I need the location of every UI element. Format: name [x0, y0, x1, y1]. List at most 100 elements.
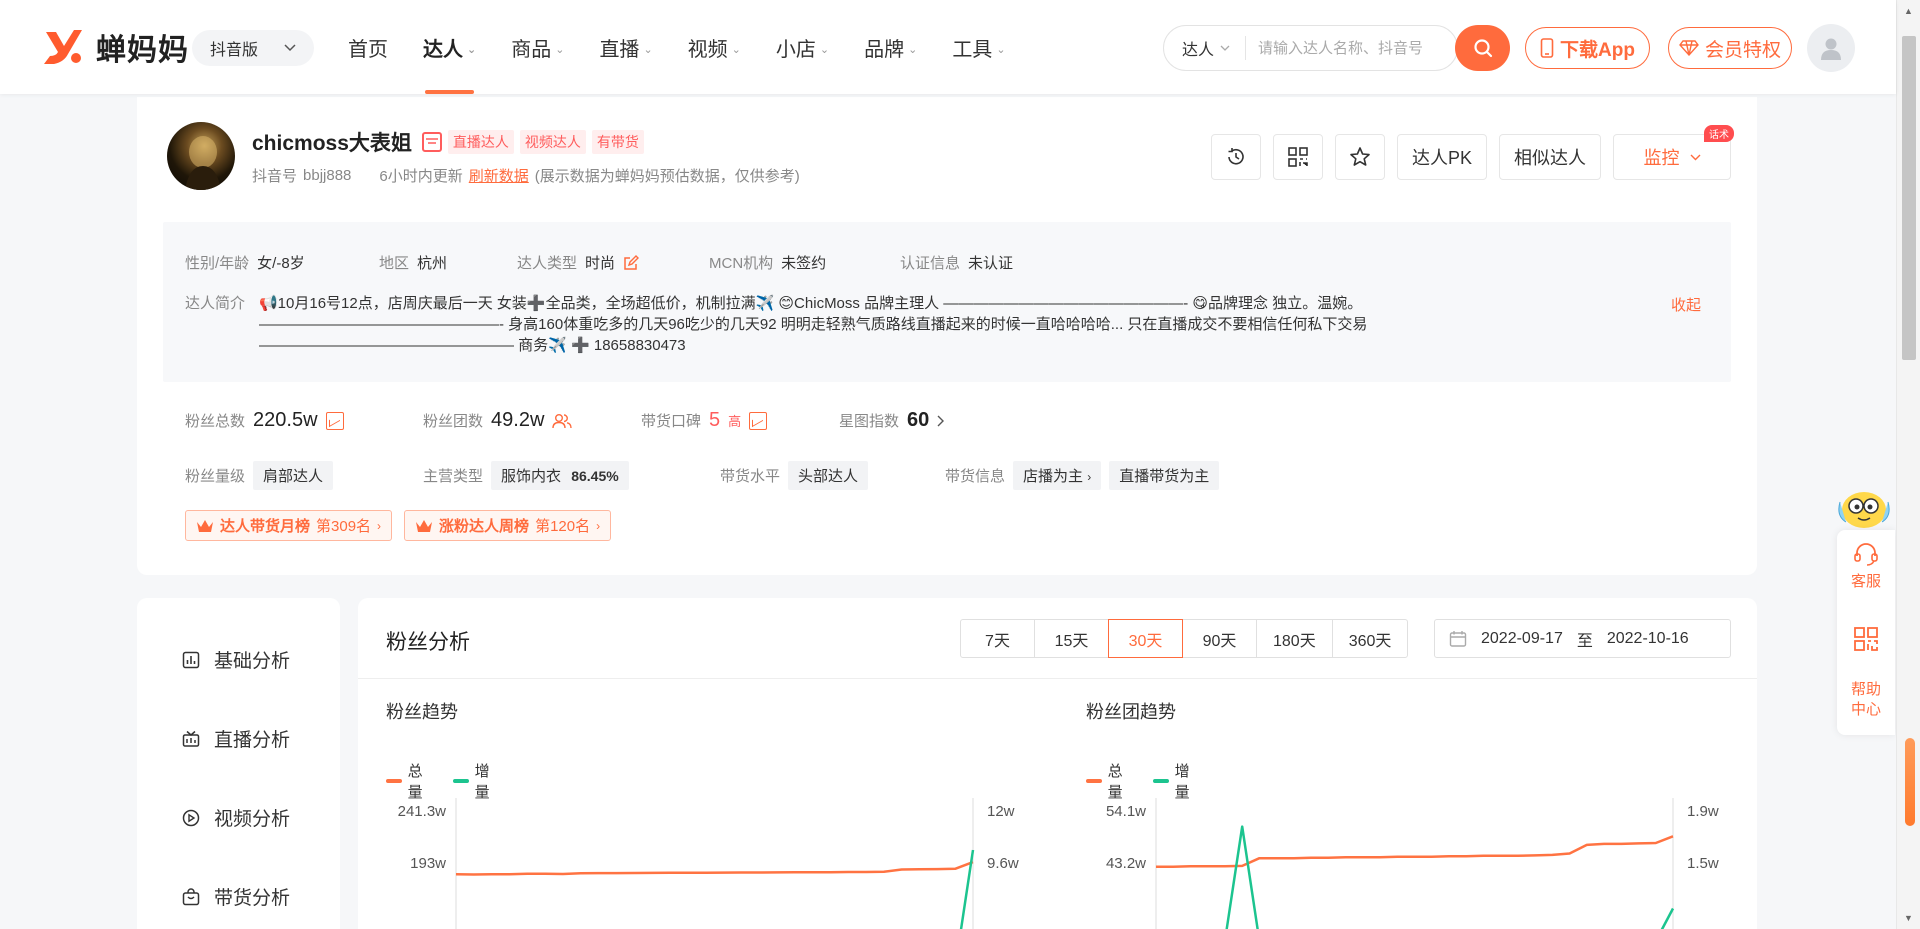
customer-service-button[interactable]: 客服	[1837, 542, 1895, 592]
kol-pk-button[interactable]: 达人PK	[1397, 134, 1488, 180]
nav-item-label: 品牌	[864, 38, 905, 61]
qrcode-widget-button[interactable]	[1837, 626, 1895, 658]
history-button[interactable]	[1211, 134, 1261, 180]
nav-item[interactable]: 首页	[348, 0, 388, 94]
douyin-id-label: 抖音号	[252, 168, 298, 185]
similar-kol-button[interactable]: 相似达人	[1499, 134, 1602, 180]
favorite-button[interactable]	[1335, 134, 1385, 180]
sales-level-label: 带货水平	[720, 468, 781, 485]
side-item-video[interactable]: 视频分析	[182, 804, 290, 831]
monitor-badge: 话术	[1704, 125, 1735, 142]
range-tab[interactable]: 15天	[1034, 619, 1109, 658]
y-tick-label-left: 43.2w	[1106, 855, 1146, 872]
sales-info-chip-2: 直播带货为主	[1109, 461, 1220, 490]
region-label: 地区	[379, 255, 410, 272]
trend-chart-icon[interactable]	[749, 411, 768, 430]
gender-age-value: 女/-8岁	[257, 255, 305, 272]
chevron-right-icon	[937, 415, 945, 426]
range-tab[interactable]: 7天	[960, 619, 1035, 658]
tag-selling: 有带货	[591, 130, 644, 154]
y-tick-label-left: 193w	[410, 855, 446, 872]
search-type-select[interactable]: 达人	[1164, 36, 1246, 60]
sales-info-value: 店播为主	[1023, 468, 1084, 485]
nav-item[interactable]: 商品 ⌄	[511, 0, 564, 94]
qrcode-button[interactable]	[1273, 134, 1323, 180]
nav-item[interactable]: 品牌 ⌄	[864, 0, 917, 94]
edit-icon[interactable]	[623, 254, 640, 271]
qrcode-icon	[1288, 147, 1308, 167]
chevron-right-icon: ›	[377, 518, 382, 533]
rank-monthly-sales[interactable]: 达人带货月榜 第309名 ›	[185, 510, 393, 541]
vip-button[interactable]: 会员特权	[1668, 27, 1792, 69]
legend-swatch	[386, 779, 402, 783]
rank-badges: 达人带货月榜 第309名 › 涨粉达人周榜 第120名 ›	[185, 510, 612, 541]
nav-item-label: 视频	[687, 38, 728, 61]
range-tab[interactable]: 360天	[1331, 619, 1409, 658]
side-item-live[interactable]: 直播分析	[182, 725, 290, 752]
rank-weekly-fans[interactable]: 涨粉达人周榜 第120名 ›	[404, 510, 612, 541]
logo[interactable]: 蝉妈妈	[40, 24, 189, 70]
scroll-up-icon[interactable]: ▲	[1904, 6, 1913, 16]
range-tab[interactable]: 90天	[1182, 619, 1257, 658]
search-input[interactable]	[1246, 39, 1436, 57]
fans-group-value: 49.2w	[491, 409, 545, 431]
chevron-down-icon	[284, 44, 296, 52]
nav-item[interactable]: 工具 ⌄	[952, 0, 1005, 94]
kol-avatar[interactable]	[167, 122, 235, 190]
nav-item[interactable]: 小店 ⌄	[776, 0, 829, 94]
platform-select[interactable]: 抖音版	[192, 30, 314, 66]
legend-total[interactable]: 总量	[386, 760, 429, 802]
range-tab[interactable]: 30天	[1108, 619, 1183, 658]
nav-item[interactable]: 直播 ⌄	[599, 0, 652, 94]
mascot-icon[interactable]	[1836, 482, 1892, 532]
estimate-note: (展示数据为蝉妈妈预估数据，仅供参考)	[534, 168, 800, 185]
fans-level-item: 粉丝量级 肩部达人	[185, 461, 423, 490]
scroll-down-icon[interactable]: ▼	[1904, 913, 1913, 923]
nav-item[interactable]: 视频 ⌄	[688, 0, 741, 94]
cert-value: 未认证	[968, 255, 1014, 272]
range-tab[interactable]: 180天	[1256, 619, 1333, 658]
side-item-sales[interactable]: 带货分析	[182, 883, 290, 910]
nav-item-label: 工具	[952, 38, 993, 61]
tag-live: 直播达人	[447, 130, 514, 154]
chart-title: 粉丝团趋势	[1086, 702, 1176, 722]
side-item-basic[interactable]: 基础分析	[182, 646, 290, 673]
rank-title: 涨粉达人周榜	[439, 518, 530, 535]
widget-scroll-indicator	[1905, 738, 1915, 826]
vip-label: 会员特权	[1704, 39, 1781, 61]
chevron-down-icon	[1690, 154, 1701, 160]
gender-age-item: 性别/年龄 女/-8岁	[185, 252, 379, 273]
download-app-label: 下载App	[1560, 39, 1635, 61]
user-avatar[interactable]	[1807, 24, 1855, 72]
user-icon	[1821, 38, 1841, 60]
collapse-bio-link[interactable]: 收起	[1671, 294, 1701, 315]
nav-item[interactable]: 达人 ⌄	[423, 0, 476, 94]
legend-delta[interactable]: 增量	[453, 760, 496, 802]
scroll-thumb[interactable]	[1902, 36, 1916, 360]
date-range-picker[interactable]: 2022-09-17 至 2022-10-16	[1434, 619, 1731, 658]
trend-chart-icon[interactable]	[325, 411, 344, 430]
kol-stats: 粉丝总数 220.5w 粉丝团数 49.2w 带货口碑 5 高 星图指数 60	[185, 409, 945, 432]
legend-label: 总量	[1107, 763, 1123, 801]
monitor-button[interactable]: 监控 话术	[1613, 125, 1735, 180]
store-icon	[421, 132, 442, 152]
y-tick-label-left: 54.1w	[1106, 803, 1146, 820]
legend-total[interactable]: 总量	[1086, 760, 1129, 802]
douyin-id: bbjj888	[303, 167, 352, 184]
sales-info-chip[interactable]: 店播为主 ›	[1013, 461, 1102, 490]
search-button[interactable]	[1455, 25, 1510, 71]
help-center-button[interactable]: 帮助中心	[1837, 680, 1895, 720]
legend-swatch	[453, 779, 469, 783]
refresh-data-link[interactable]: 刷新数据	[469, 165, 529, 186]
logo-text: 蝉妈妈	[96, 34, 189, 67]
nav-item-label: 小店	[775, 38, 816, 61]
users-icon[interactable]	[552, 413, 573, 429]
star-index-stat[interactable]: 星图指数 60	[839, 409, 945, 432]
kol-info-box: 性别/年龄 女/-8岁 地区 杭州 达人类型 时尚 MCN机构 未签约 认证信息…	[163, 222, 1731, 382]
qrcode-icon	[1854, 627, 1878, 651]
kol-bio: 达人简介 📢10月16号12点，店周庆最后一天 女装➕全品类，全场超低价，机制拉…	[185, 293, 1645, 356]
legend-delta[interactable]: 增量	[1153, 760, 1196, 802]
fans-level-label: 粉丝量级	[185, 468, 246, 485]
download-app-button[interactable]: 下载App	[1525, 27, 1650, 69]
fans-label: 粉丝总数	[185, 413, 246, 430]
